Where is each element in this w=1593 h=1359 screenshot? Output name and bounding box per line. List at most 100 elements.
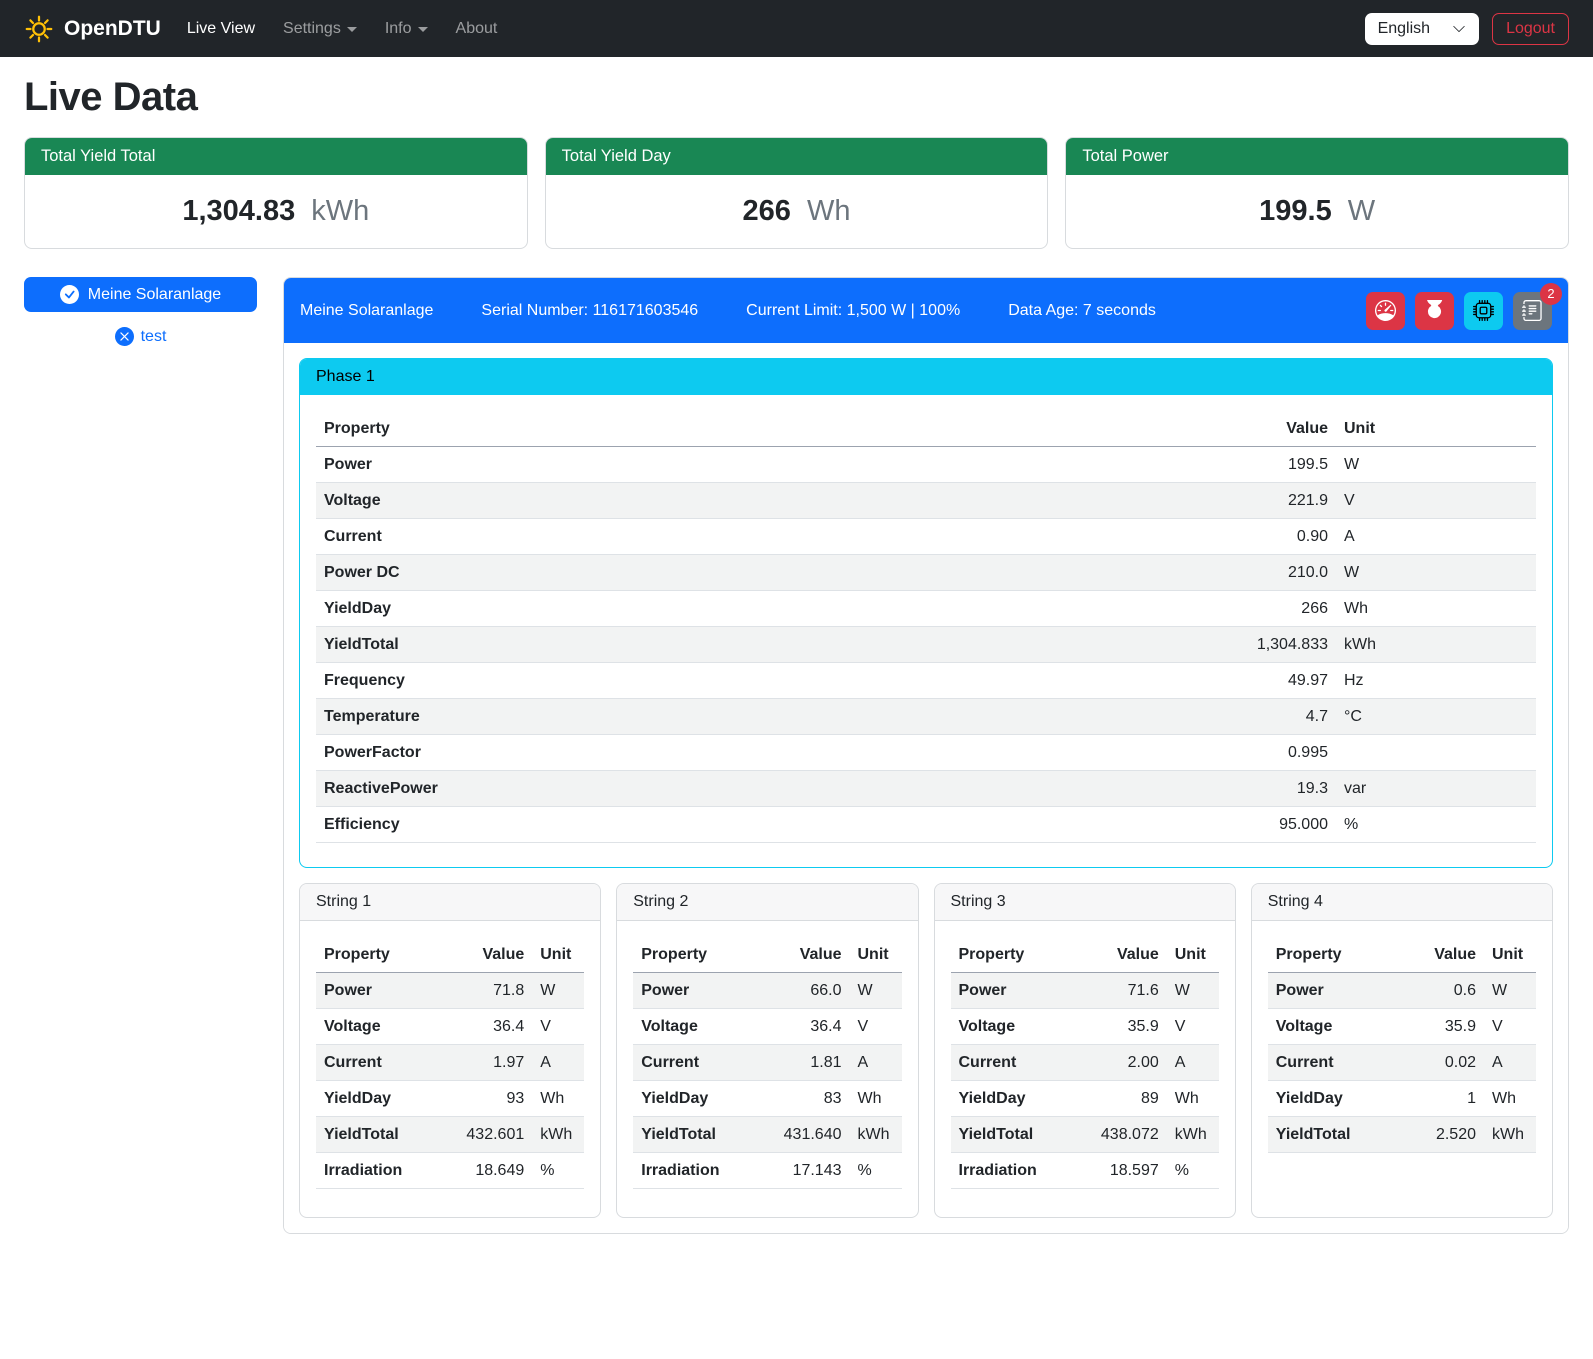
table-row: Voltage 36.4 V xyxy=(316,1009,584,1045)
event-log-button[interactable]: 2 xyxy=(1513,292,1552,330)
summary-card: Total Yield Total 1,304.83 kWh xyxy=(24,137,528,249)
table-row: Frequency 49.97 Hz xyxy=(316,663,1536,699)
property-unit: W xyxy=(850,973,902,1009)
property-unit: A xyxy=(532,1045,584,1081)
property-value: 0.995 xyxy=(1196,735,1336,771)
table-row: Voltage 36.4 V xyxy=(633,1009,901,1045)
summary-card: Total Yield Day 266 Wh xyxy=(545,137,1049,249)
string-card-title: String 2 xyxy=(617,884,917,921)
column-header-unit: Unit xyxy=(532,937,584,973)
string-card-title: String 1 xyxy=(300,884,600,921)
property-name: Voltage xyxy=(316,483,1196,519)
property-unit: var xyxy=(1336,771,1536,807)
sidebar-item-test-label: test xyxy=(141,328,167,346)
table-row: Current 0.02 A xyxy=(1268,1045,1536,1081)
property-name: Irradiation xyxy=(316,1153,437,1189)
property-name: Voltage xyxy=(1268,1009,1389,1045)
summary-card-value: 266 Wh xyxy=(546,175,1048,248)
table-row: Voltage 221.9 V xyxy=(316,483,1536,519)
summary-card-title: Total Yield Total xyxy=(25,138,527,175)
table-row: YieldTotal 1,304.833 kWh xyxy=(316,627,1536,663)
property-value: 89 xyxy=(1072,1081,1167,1117)
string-table: Property Value Unit Power xyxy=(1268,937,1536,1153)
column-header-property: Property xyxy=(633,937,754,973)
device-info-button[interactable] xyxy=(1464,292,1503,330)
language-select[interactable]: English xyxy=(1365,13,1479,45)
summary-card-value: 1,304.83 kWh xyxy=(25,175,527,248)
summary-value: 1,304.83 xyxy=(182,195,295,227)
brand[interactable]: OpenDTU xyxy=(24,14,161,44)
property-value: 49.97 xyxy=(1196,663,1336,699)
logout-button[interactable]: Logout xyxy=(1492,13,1569,45)
nav-about[interactable]: About xyxy=(456,20,498,38)
property-name: Power xyxy=(316,447,1196,483)
property-unit: Wh xyxy=(1484,1081,1536,1117)
property-unit: % xyxy=(532,1153,584,1189)
inverter-actions: 2 xyxy=(1366,292,1552,330)
property-unit: Wh xyxy=(1336,591,1536,627)
column-header-value: Value xyxy=(755,937,850,973)
property-unit: Wh xyxy=(532,1081,584,1117)
table-row: Power DC 210.0 W xyxy=(316,555,1536,591)
property-name: Irradiation xyxy=(951,1153,1072,1189)
table-row: PowerFactor 0.995 xyxy=(316,735,1536,771)
property-value: 1 xyxy=(1389,1081,1484,1117)
property-name: YieldDay xyxy=(951,1081,1072,1117)
property-unit: % xyxy=(1167,1153,1219,1189)
table-row: YieldDay 89 Wh xyxy=(951,1081,1219,1117)
property-name: Temperature xyxy=(316,699,1196,735)
string-card: String 3 Property Value Unit xyxy=(934,883,1236,1218)
property-value: 438.072 xyxy=(1072,1117,1167,1153)
property-unit: A xyxy=(1484,1045,1536,1081)
property-value: 18.597 xyxy=(1072,1153,1167,1189)
nav-about-label: About xyxy=(456,20,498,38)
inverter-select-button[interactable]: Meine Solaranlage xyxy=(24,277,257,312)
property-unit: W xyxy=(1484,973,1536,1009)
property-value: 2.00 xyxy=(1072,1045,1167,1081)
property-unit: kWh xyxy=(1484,1117,1536,1153)
nav-settings[interactable]: Settings xyxy=(283,20,357,38)
table-row: ReactivePower 19.3 var xyxy=(316,771,1536,807)
string-table: Property Value Unit Power xyxy=(633,937,901,1189)
nav-settings-label: Settings xyxy=(283,20,341,38)
property-value: 93 xyxy=(437,1081,532,1117)
table-row: YieldTotal 431.640 kWh xyxy=(633,1117,901,1153)
column-header-value: Value xyxy=(437,937,532,973)
string-card: String 2 Property Value Unit xyxy=(616,883,918,1218)
property-value: 431.640 xyxy=(755,1117,850,1153)
property-value: 35.9 xyxy=(1389,1009,1484,1045)
column-header-value: Value xyxy=(1072,937,1167,973)
chevron-down-icon xyxy=(418,27,428,32)
inverter-panel: Meine Solaranlage Serial Number: 1161716… xyxy=(283,277,1569,1234)
inverter-limit: Current Limit: 1,500 W | 100% xyxy=(746,302,960,320)
table-row: Current 1.97 A xyxy=(316,1045,584,1081)
property-unit: Wh xyxy=(1167,1081,1219,1117)
summary-card-value: 199.5 W xyxy=(1066,175,1568,248)
phase-table: Property Value Unit Power 199.5 xyxy=(316,411,1536,843)
property-value: 1.81 xyxy=(755,1045,850,1081)
property-name: Power DC xyxy=(316,555,1196,591)
property-name: Frequency xyxy=(316,663,1196,699)
table-row: Power 66.0 W xyxy=(633,973,901,1009)
property-value: 35.9 xyxy=(1072,1009,1167,1045)
property-value: 210.0 xyxy=(1196,555,1336,591)
nav-live-view[interactable]: Live View xyxy=(187,20,255,38)
summary-cards: Total Yield Total 1,304.83 kWh Total Yie… xyxy=(24,137,1569,249)
string-card: String 4 Property Value Unit xyxy=(1251,883,1553,1218)
property-name: Power xyxy=(951,973,1072,1009)
nav-info[interactable]: Info xyxy=(385,20,428,38)
property-name: Current xyxy=(951,1045,1072,1081)
limit-settings-button[interactable] xyxy=(1366,292,1405,330)
inverter-panel-header: Meine Solaranlage Serial Number: 1161716… xyxy=(284,278,1568,343)
property-name: Voltage xyxy=(316,1009,437,1045)
property-unit: Wh xyxy=(850,1081,902,1117)
property-name: YieldDay xyxy=(1268,1081,1389,1117)
property-value: 0.02 xyxy=(1389,1045,1484,1081)
summary-value: 199.5 xyxy=(1259,195,1332,227)
property-name: YieldTotal xyxy=(633,1117,754,1153)
property-name: Current xyxy=(316,519,1196,555)
property-value: 36.4 xyxy=(755,1009,850,1045)
power-icon xyxy=(1424,300,1445,321)
sidebar-item-test[interactable]: test xyxy=(24,327,257,346)
power-button[interactable] xyxy=(1415,292,1454,330)
